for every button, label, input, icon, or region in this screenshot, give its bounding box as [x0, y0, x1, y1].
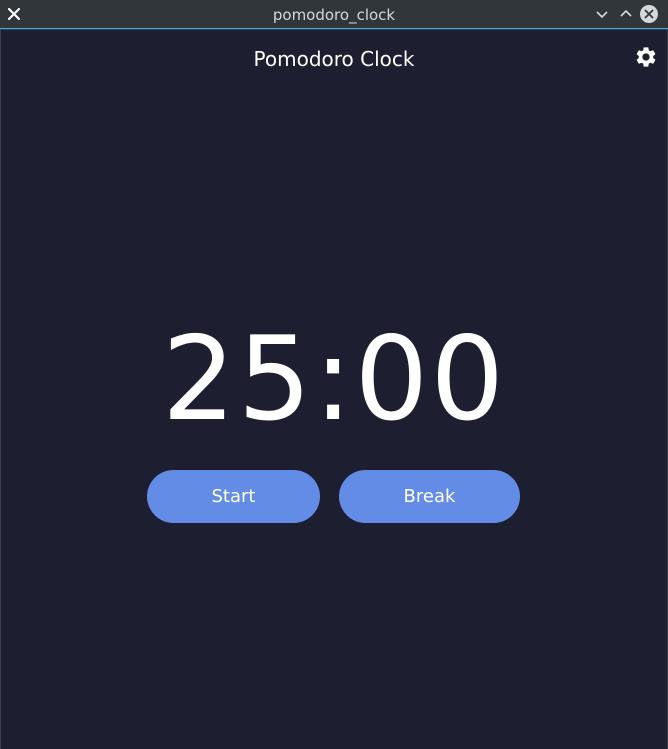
close-window-icon[interactable]	[640, 5, 658, 23]
window-titlebar[interactable]: pomodoro_clock	[0, 0, 668, 29]
maximize-icon[interactable]	[617, 5, 635, 23]
gear-icon[interactable]	[634, 45, 658, 69]
app-body: Pomodoro Clock 25:00 Start Break	[1, 30, 667, 749]
start-button[interactable]: Start	[147, 470, 320, 523]
window-title: pomodoro_clock	[272, 6, 396, 24]
minimize-icon[interactable]	[593, 5, 611, 23]
page-title: Pomodoro Clock	[253, 47, 415, 71]
timer-display: 25:00	[161, 312, 507, 447]
app-window: pomodoro_clock Pomodoro Clock 25:00 Star…	[0, 0, 668, 749]
break-button[interactable]: Break	[339, 470, 520, 523]
